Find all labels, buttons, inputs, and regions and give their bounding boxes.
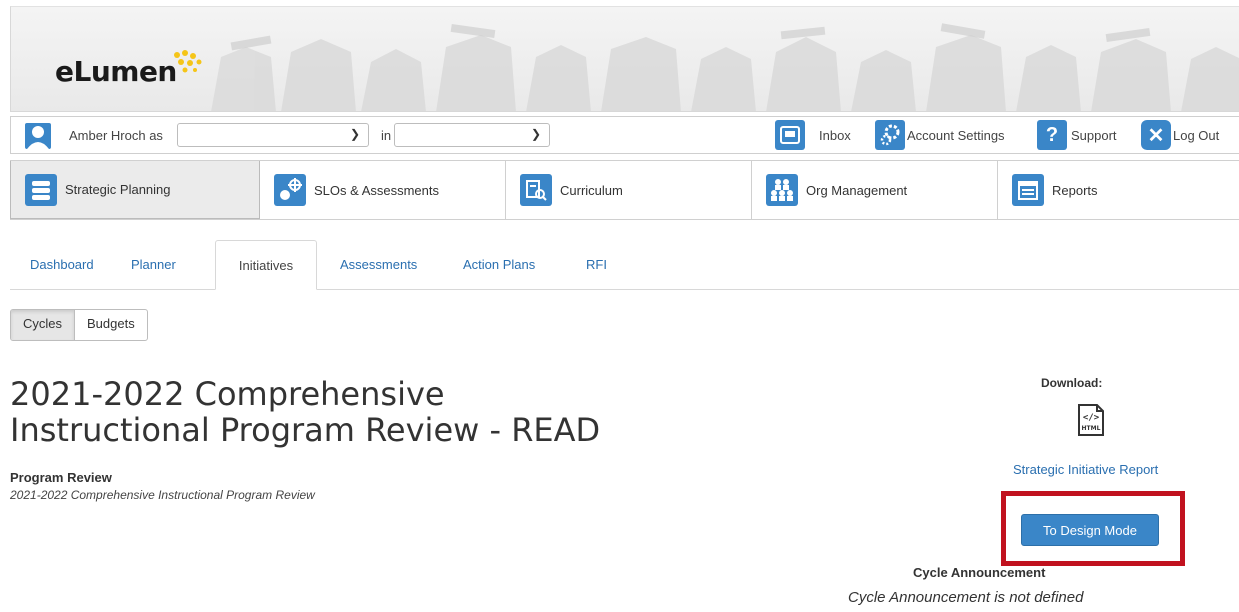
user-avatar-icon	[25, 123, 51, 149]
tab-action-plans[interactable]: Action Plans	[463, 240, 535, 289]
tab-initiatives[interactable]: Initiatives	[215, 240, 317, 290]
tab-planner[interactable]: Planner	[131, 240, 176, 289]
module-strategic-planning[interactable]: Strategic Planning	[10, 161, 260, 219]
svg-text:HTML: HTML	[1082, 425, 1101, 432]
section-tabs: Dashboard Planner Initiatives Assessment…	[10, 240, 1239, 290]
cycles-button[interactable]: Cycles	[11, 310, 76, 340]
to-design-mode-button[interactable]: To Design Mode	[1021, 514, 1159, 546]
account-settings-button[interactable]: Account Settings	[875, 117, 1005, 153]
role-select[interactable]: ❯	[177, 123, 369, 147]
in-label: in	[381, 128, 392, 143]
question-icon: ?	[1037, 120, 1067, 150]
inbox-icon	[775, 120, 805, 150]
close-icon: ✕	[1141, 120, 1171, 150]
cycle-announcement-text: Cycle Announcement is not defined	[848, 589, 1084, 606]
curriculum-icon	[520, 174, 552, 206]
inbox-button[interactable]: Inbox	[775, 117, 851, 153]
reports-icon	[1012, 174, 1044, 206]
chevron-down-icon: ❯	[349, 127, 360, 141]
tab-rfi[interactable]: RFI	[586, 240, 607, 289]
cycles-budgets-toggle: Cycles Budgets	[10, 309, 148, 341]
module-slos-assessments[interactable]: SLOs & Assessments	[260, 161, 506, 219]
header-banner: eLumen	[10, 6, 1239, 112]
chevron-down-icon: ❯	[530, 127, 541, 141]
elumen-logo: eLumen	[55, 55, 177, 88]
graduates-decoration	[211, 23, 1239, 111]
tab-dashboard[interactable]: Dashboard	[30, 240, 94, 289]
download-label: Download:	[1041, 376, 1103, 390]
cycle-announcement-label: Cycle Announcement	[913, 565, 1046, 580]
tab-assessments[interactable]: Assessments	[340, 240, 417, 289]
support-button[interactable]: ? Support	[1037, 117, 1117, 153]
program-label: Program Review	[10, 470, 112, 485]
module-curriculum[interactable]: Curriculum	[506, 161, 752, 219]
user-name: Amber Hroch as	[69, 128, 163, 143]
module-org-management[interactable]: Org Management	[752, 161, 998, 219]
budgets-button[interactable]: Budgets	[75, 310, 147, 340]
module-reports[interactable]: Reports	[998, 161, 1239, 219]
slo-icon	[274, 174, 306, 206]
logo-dots-icon	[174, 50, 202, 73]
html-file-icon[interactable]: </> HTML	[1075, 403, 1107, 442]
gear-icon	[875, 120, 905, 150]
logout-button[interactable]: ✕ Log Out	[1141, 117, 1219, 153]
svg-text:</>: </>	[1083, 413, 1100, 423]
module-tabs: Strategic Planning SLOs & Assessments Cu…	[10, 160, 1239, 220]
scope-select[interactable]: ❯	[394, 123, 550, 147]
strategic-planning-icon	[25, 173, 57, 206]
page-title: 2021-2022 Comprehensive Instructional Pr…	[10, 375, 601, 449]
strategic-initiative-report-link[interactable]: Strategic Initiative Report	[1013, 462, 1158, 477]
org-management-icon	[766, 174, 798, 206]
program-subtitle: 2021-2022 Comprehensive Instructional Pr…	[10, 488, 315, 502]
user-bar: Amber Hroch as ❯ in ❯ Inbox Account Sett…	[10, 116, 1239, 154]
